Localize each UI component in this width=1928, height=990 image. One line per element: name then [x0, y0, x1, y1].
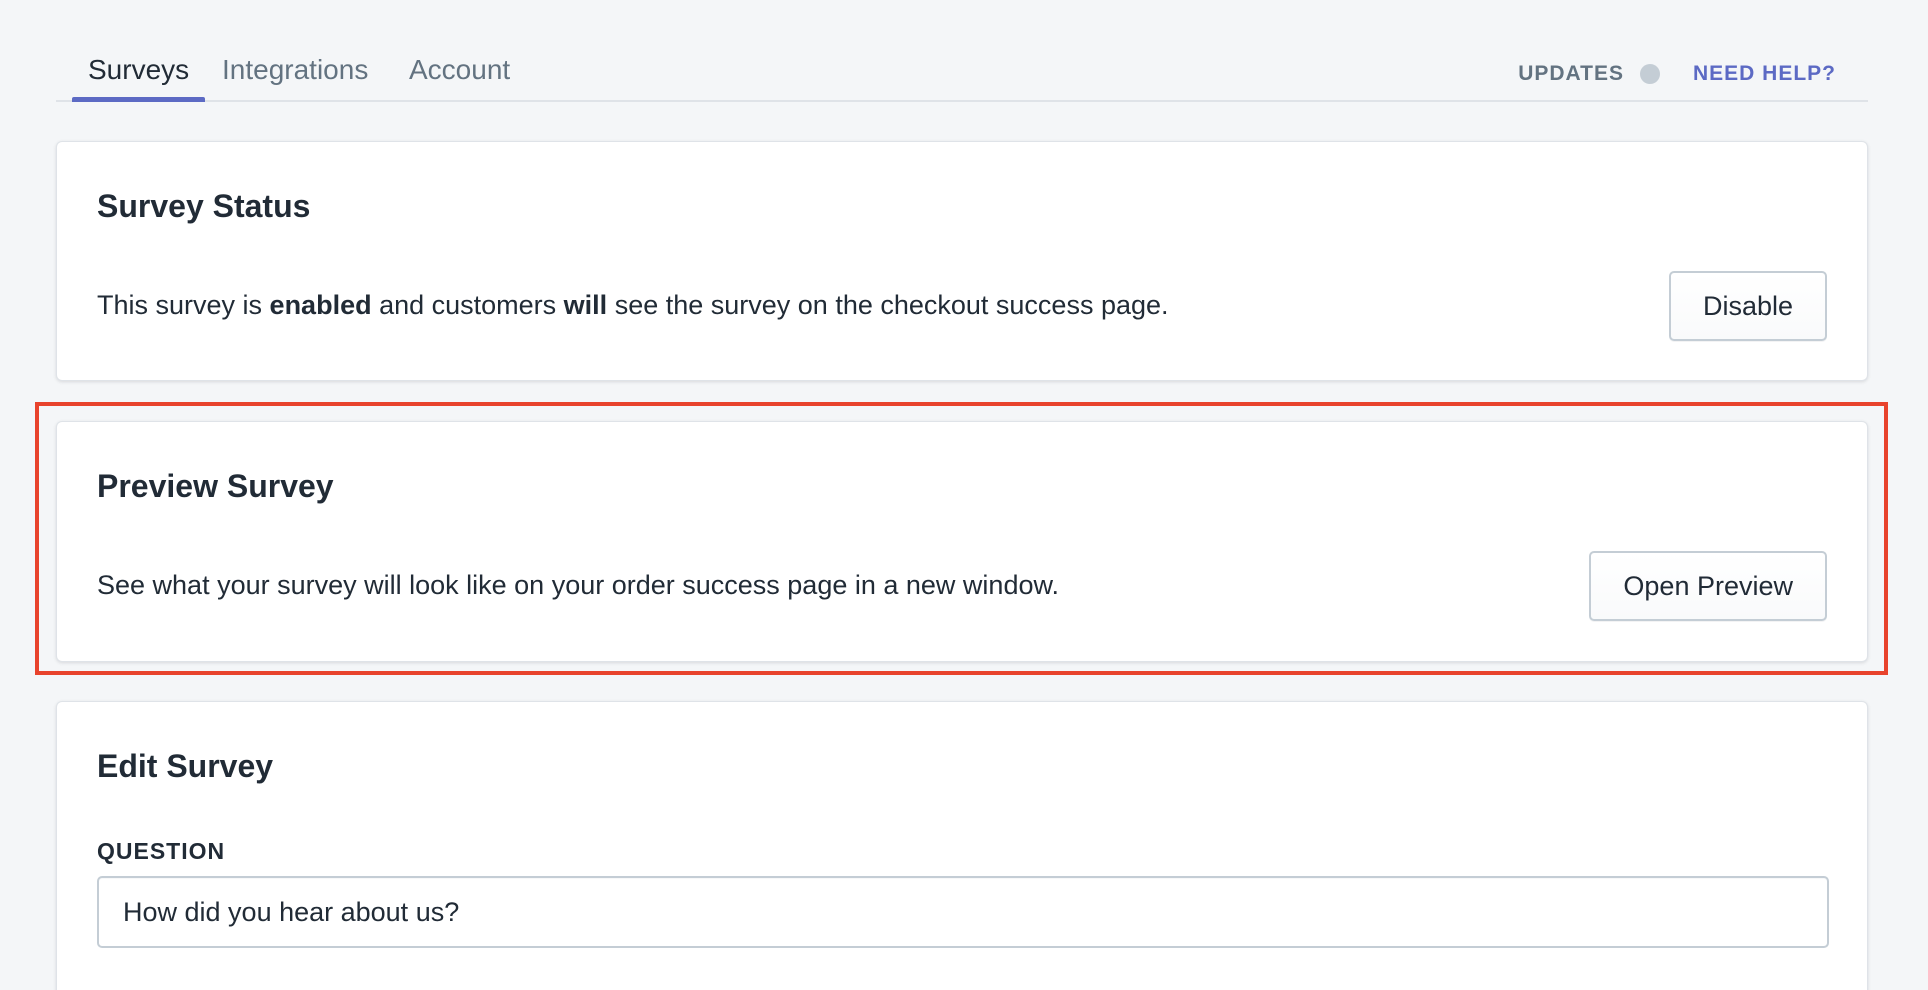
updates-link[interactable]: UPDATES — [1518, 62, 1660, 86]
question-label: QUESTION — [97, 838, 226, 864]
open-preview-button[interactable]: Open Preview — [1589, 551, 1827, 621]
tab-integrations[interactable]: Integrations — [222, 54, 368, 100]
updates-label: UPDATES — [1518, 62, 1624, 85]
status-will-text: will — [563, 290, 608, 320]
top-nav: Surveys Integrations Account UPDATES NEE… — [56, 40, 1868, 102]
question-input[interactable] — [97, 876, 1829, 948]
status-text-part: This survey is — [97, 290, 270, 320]
need-help-link[interactable]: NEED HELP? — [1693, 62, 1836, 86]
tab-surveys[interactable]: Surveys — [71, 54, 206, 102]
survey-status-card: Survey Status This survey is enabled and… — [56, 141, 1868, 381]
preview-survey-title: Preview Survey — [97, 468, 334, 504]
edit-survey-title: Edit Survey — [97, 748, 274, 784]
status-text-part: see the survey on the checkout success p… — [607, 290, 1169, 320]
survey-status-text: This survey is enabled and customers wil… — [97, 290, 1169, 321]
status-text-part: and customers — [371, 290, 564, 320]
survey-status-title: Survey Status — [97, 188, 311, 224]
preview-survey-card: Preview Survey See what your survey will… — [56, 421, 1868, 662]
edit-survey-card: Edit Survey QUESTION — [56, 701, 1868, 990]
preview-survey-description: See what your survey will look like on y… — [97, 570, 1059, 600]
disable-button[interactable]: Disable — [1668, 271, 1827, 341]
status-dot-icon — [1640, 64, 1660, 84]
status-enabled-text: enabled — [269, 290, 372, 320]
tab-account[interactable]: Account — [409, 54, 510, 100]
